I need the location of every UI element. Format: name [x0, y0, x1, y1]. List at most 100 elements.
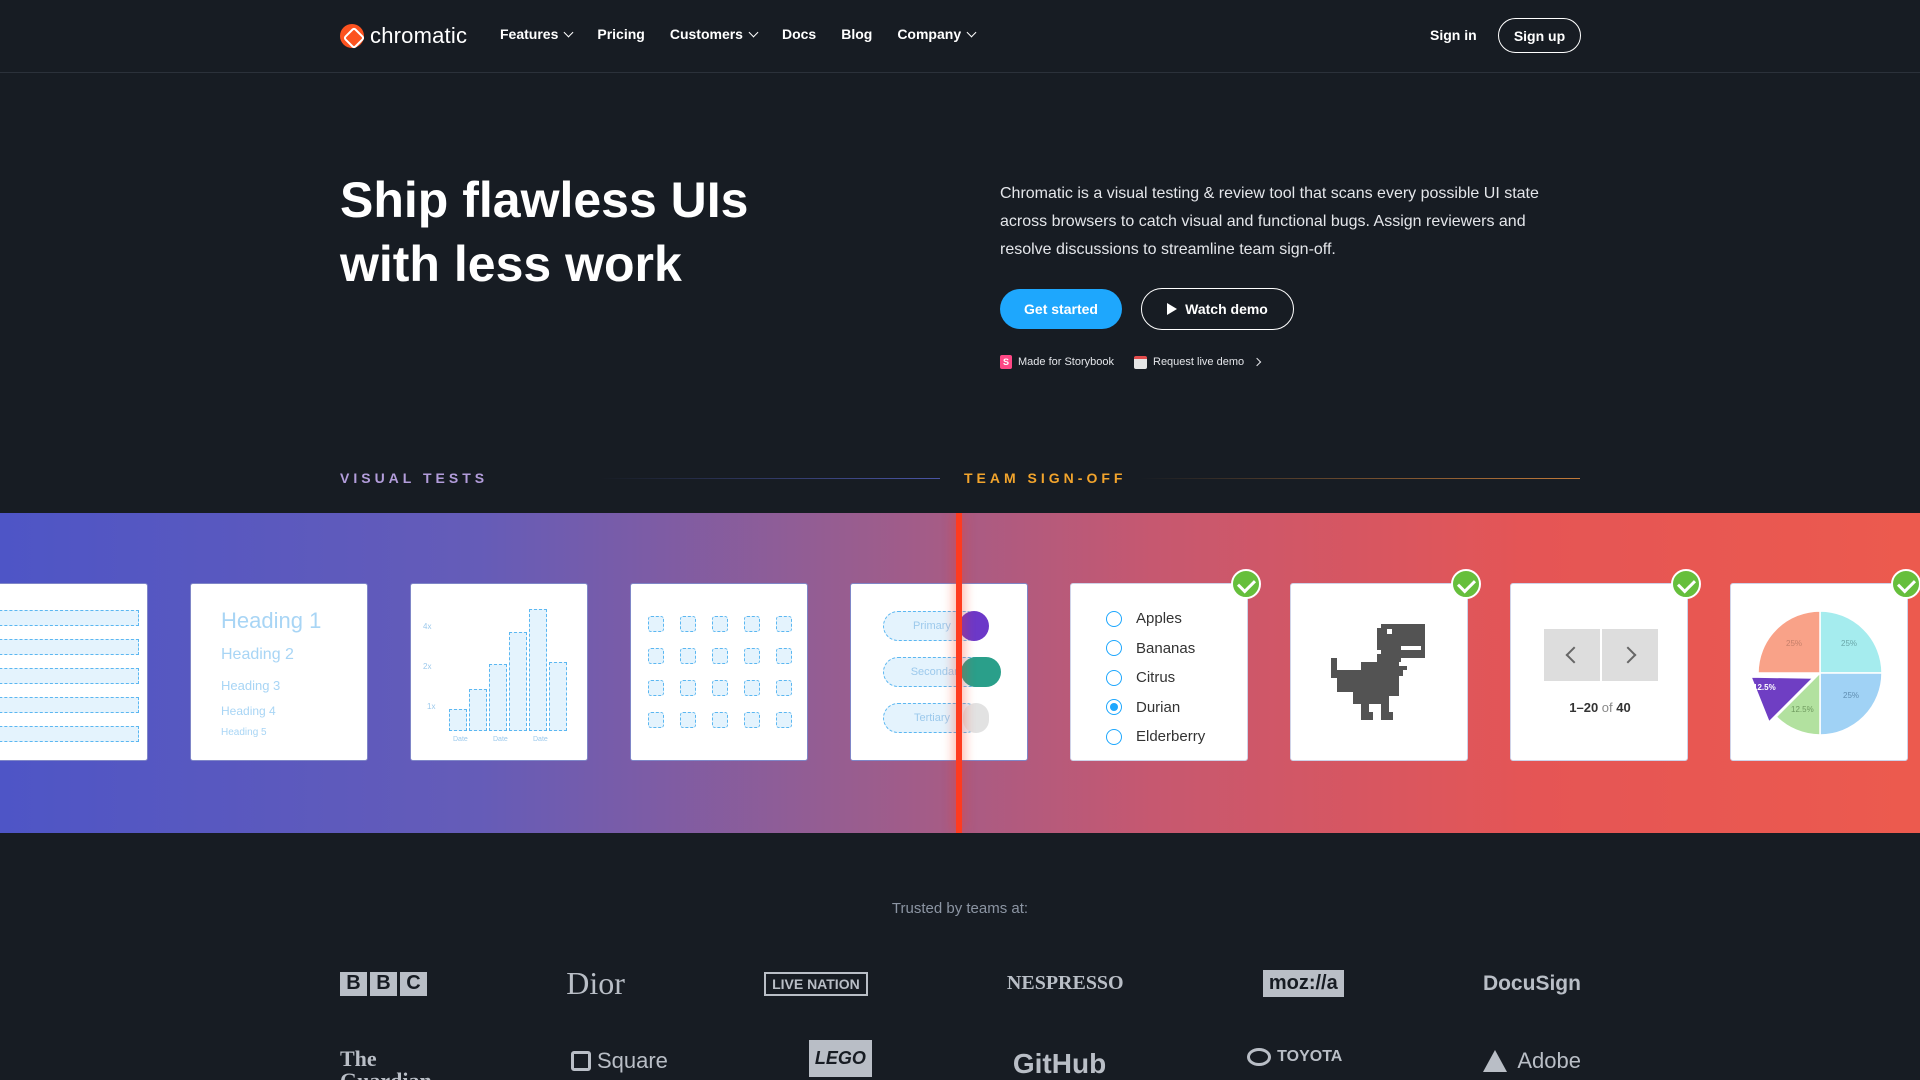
nav-pricing-label: Pricing [597, 26, 645, 42]
grid-cell [712, 712, 728, 728]
nav-features-label: Features [500, 26, 559, 42]
square-logo: Square [570, 1048, 668, 1074]
placeholder-bar [0, 726, 139, 742]
heading-sample-3: Heading 3 [221, 678, 281, 693]
pagination-total: 40 [1616, 700, 1631, 715]
adobe-logo: Adobe [1483, 1048, 1581, 1074]
nav-pricing[interactable]: Pricing [597, 26, 644, 42]
grid-cell [648, 648, 664, 664]
grid-cell [776, 616, 792, 632]
chevron-right-icon [1252, 357, 1262, 367]
dior-logo: Dior [566, 965, 625, 1001]
hero-title-line2: with less work [340, 236, 682, 292]
radio-option[interactable]: Elderberry [1106, 722, 1205, 752]
pagination-controls [1544, 629, 1658, 681]
visual-tests-label: VISUAL TESTS [340, 470, 489, 486]
chevron-down-icon [748, 27, 759, 37]
placeholder-bar [529, 609, 547, 731]
pie-label: 25% [1786, 639, 1802, 648]
grid-cell [712, 616, 728, 632]
toyota-logo: TOYOTA [1247, 1048, 1342, 1066]
chart-tick-label: Date [493, 736, 508, 743]
radio-label: Elderberry [1136, 728, 1206, 746]
adobe-icon [1483, 1050, 1508, 1072]
showcase-card-pagination: 1–20 of 40 [1510, 569, 1701, 761]
chevron-left-icon [1565, 646, 1583, 664]
bbc-logo-letter: C [400, 971, 427, 996]
check-icon [1671, 569, 1701, 599]
chart-tick-label: 4x [423, 622, 432, 631]
nav-features[interactable]: Features [500, 26, 574, 42]
sign-up-button[interactable]: Sign up [1498, 18, 1581, 53]
nav-docs[interactable]: Docs [782, 26, 816, 42]
nav-customers[interactable]: Customers [670, 26, 759, 42]
showcase-card-grid [630, 583, 808, 761]
heading-sample-1: Heading 1 [221, 608, 322, 633]
showcase-band: Heading 1 Heading 2 Heading 3 Heading 4 … [0, 513, 1920, 833]
chromatic-logo-icon [340, 24, 364, 48]
nav-blog[interactable]: Blog [841, 26, 872, 42]
radio-option[interactable]: Apples [1106, 604, 1205, 634]
placeholder-bar [549, 662, 567, 731]
chart-tick-label: 2x [423, 662, 432, 671]
pie-label: 12.5% [1791, 705, 1814, 714]
toyota-logo-text: TOYOTA [1277, 1048, 1343, 1065]
visual-tests-divider [600, 478, 940, 479]
dinosaur-icon [1331, 624, 1425, 720]
grid-cell [776, 680, 792, 696]
radio-label: Citrus [1136, 669, 1176, 687]
grid-cell [712, 680, 728, 696]
next-page-button[interactable] [1602, 629, 1658, 681]
grid-cell [744, 648, 760, 664]
chromatic-logo[interactable]: chromatic [340, 23, 467, 49]
nespresso-logo: NESPRESSO [1006, 972, 1124, 994]
placeholder-bar [0, 668, 139, 684]
request-live-demo-link[interactable]: Request live demo [1153, 356, 1244, 368]
placeholder-bar [0, 610, 139, 626]
chevron-down-icon [966, 27, 977, 37]
showcase-card-barchart: 4x 2x 1x Date Date Date [410, 583, 588, 761]
pie-label: 12.5% [1753, 683, 1776, 692]
grid-cell [680, 680, 696, 696]
heading-sample-4: Heading 4 [221, 704, 276, 718]
watch-demo-button[interactable]: Watch demo [1141, 288, 1294, 330]
showcase-card-radio: Apples Bananas Citrus Durian Elderberry [1070, 569, 1261, 761]
grid-cell [744, 680, 760, 696]
check-icon [1231, 569, 1261, 599]
radio-group: Apples Bananas Citrus Durian Elderberry [1106, 604, 1205, 752]
radio-option[interactable]: Bananas [1106, 634, 1205, 664]
grid-cell [648, 680, 664, 696]
nav-company-label: Company [897, 26, 962, 42]
square-icon [570, 1051, 591, 1071]
team-signoff-label: TEAM SIGN-OFF [964, 470, 1127, 486]
chart-tick-label: Date [453, 736, 468, 743]
sign-in-link[interactable]: Sign in [1430, 27, 1477, 43]
showcase-card-dino [1290, 569, 1481, 761]
grid-cell [744, 616, 760, 632]
prev-page-button[interactable] [1544, 629, 1600, 681]
live-nation-logo: LIVE NATION [764, 971, 868, 996]
bbc-logo-letter: B [370, 971, 397, 996]
radio-label: Durian [1136, 698, 1181, 716]
made-for-storybook-link[interactable]: Made for Storybook [1018, 356, 1114, 368]
nav-company[interactable]: Company [897, 26, 977, 42]
heading-sample-5: Heading 5 [221, 727, 267, 738]
radio-label: Apples [1136, 610, 1182, 628]
logo-row-1: BBC Dior LIVE NATION NESPRESSO moz://a D… [340, 965, 1581, 1002]
pagination-of: of [1601, 700, 1613, 715]
check-icon [1891, 569, 1920, 599]
toyota-icon [1247, 1048, 1272, 1066]
logo-row-2: The Guardian Square LEGO GitHub TOYOTA A… [340, 1040, 1581, 1080]
docusign-logo: DocuSign [1482, 971, 1581, 995]
radio-circle [1106, 640, 1122, 657]
radio-option[interactable]: Citrus [1106, 663, 1205, 693]
grid-cell [680, 712, 696, 728]
pie-label: 25% [1841, 639, 1857, 648]
placeholder-bar [489, 664, 507, 731]
button-primary-fill [959, 611, 989, 641]
radio-option[interactable]: Durian [1106, 693, 1205, 723]
showcase-card-bars [0, 583, 148, 761]
button-tertiary-fill [963, 703, 989, 733]
storybook-icon: S [1000, 355, 1012, 369]
get-started-button[interactable]: Get started [1000, 289, 1122, 329]
